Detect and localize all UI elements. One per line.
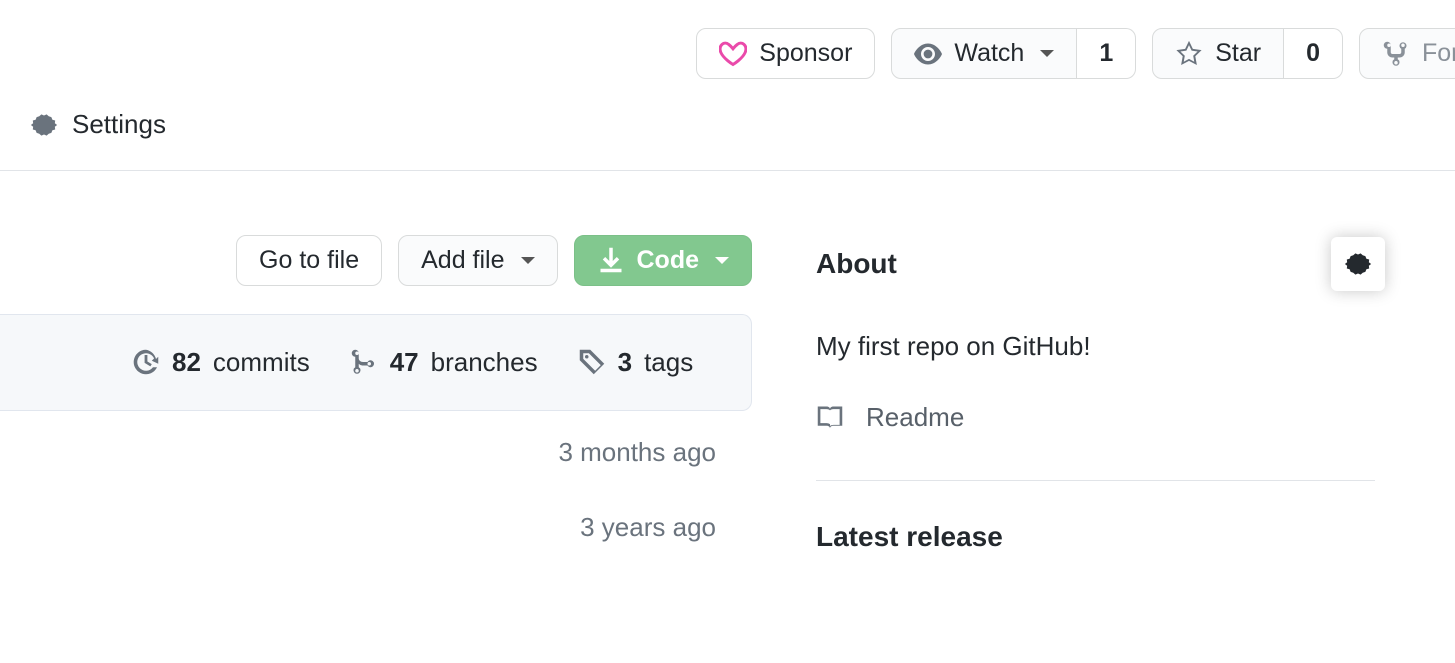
file-timestamp: 3 years ago (0, 486, 752, 561)
book-icon (816, 403, 844, 431)
repo-stats: 82 commits 47 branches 3 tags (0, 314, 752, 411)
fork-icon (1382, 40, 1410, 68)
history-icon (132, 348, 160, 376)
caret-down-icon (715, 257, 729, 264)
branches-count: 47 (390, 347, 419, 378)
branches-link[interactable]: 47 branches (350, 347, 538, 378)
star-group: Star 0 (1152, 28, 1343, 79)
commits-count: 82 (172, 347, 201, 378)
watch-group: Watch 1 (891, 28, 1136, 79)
watch-count[interactable]: 1 (1077, 28, 1136, 79)
go-to-file-label: Go to file (259, 246, 359, 275)
branches-label: branches (431, 347, 538, 378)
tags-link[interactable]: 3 tags (578, 347, 694, 378)
gear-icon (1344, 250, 1372, 278)
tag-icon (578, 348, 606, 376)
file-timestamp: 3 months ago (0, 411, 752, 486)
fork-group: Fork (1359, 28, 1455, 79)
tags-label: tags (644, 347, 693, 378)
go-to-file-button[interactable]: Go to file (236, 235, 382, 286)
star-label: Star (1215, 39, 1261, 68)
code-label: Code (637, 246, 700, 275)
tags-count: 3 (618, 347, 632, 378)
heart-icon (719, 40, 747, 68)
add-file-button[interactable]: Add file (398, 235, 557, 286)
code-button[interactable]: Code (574, 235, 753, 286)
branch-icon (350, 348, 378, 376)
readme-link[interactable]: Readme (816, 402, 964, 433)
file-action-bar: Go to file Add file Code (0, 171, 752, 314)
caret-down-icon (521, 257, 535, 264)
readme-label: Readme (866, 402, 964, 433)
sidebar: About My first repo on GitHub! Readme La… (752, 171, 1455, 554)
repo-action-bar: Sponsor Watch 1 Star 0 Fork (0, 0, 1455, 109)
sponsor-button[interactable]: Sponsor (696, 28, 875, 79)
repo-body: Go to file Add file Code 82 commits 47 b (0, 171, 1455, 561)
commits-label: commits (213, 347, 310, 378)
main-column: Go to file Add file Code 82 commits 47 b (0, 171, 752, 561)
watch-button[interactable]: Watch (891, 28, 1077, 79)
latest-release-title: Latest release (816, 521, 1455, 553)
about-header: About (816, 237, 1455, 291)
eye-icon (914, 40, 942, 68)
caret-down-icon (1040, 50, 1054, 57)
fork-button[interactable]: Fork (1359, 28, 1455, 79)
star-icon (1175, 40, 1203, 68)
repo-nav: Settings (0, 109, 1455, 171)
sponsor-label: Sponsor (759, 39, 852, 68)
fork-label: Fork (1422, 39, 1455, 68)
watch-label: Watch (954, 39, 1024, 68)
commits-link[interactable]: 82 commits (132, 347, 310, 378)
download-icon (597, 246, 625, 274)
divider (816, 480, 1375, 481)
tab-settings[interactable]: Settings (30, 109, 166, 140)
about-description: My first repo on GitHub! (816, 331, 1455, 362)
about-settings-button[interactable] (1331, 237, 1385, 291)
add-file-label: Add file (421, 246, 504, 275)
about-title: About (816, 248, 897, 280)
star-count[interactable]: 0 (1284, 28, 1343, 79)
tab-settings-label: Settings (72, 109, 166, 140)
star-button[interactable]: Star (1152, 28, 1284, 79)
gear-icon (30, 111, 58, 139)
